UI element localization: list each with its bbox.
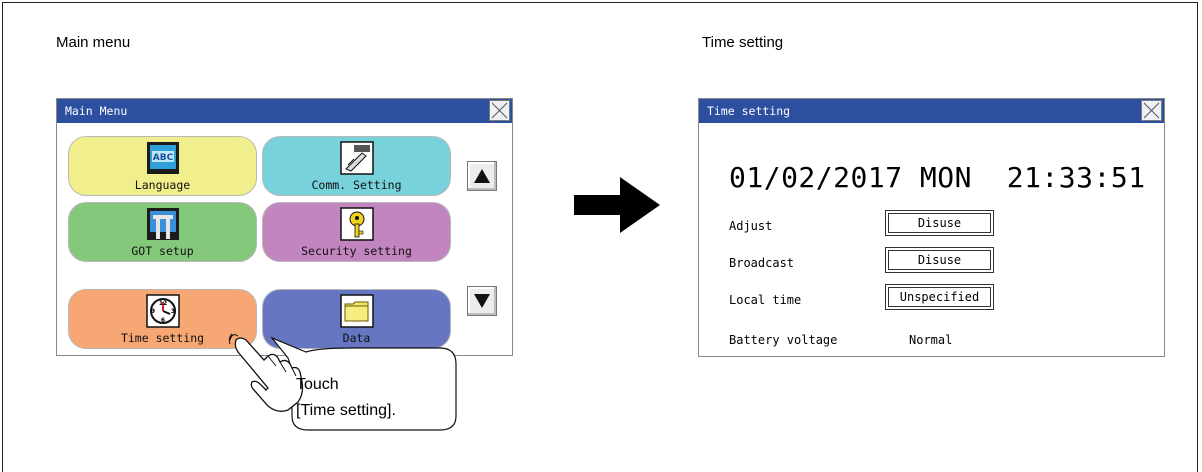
comm-connector-icon <box>339 141 374 175</box>
main-menu-window: Main Menu ABC Language Comm. Setting GOT… <box>56 98 513 356</box>
clock-icon: 12 3 6 9 <box>145 294 180 328</box>
menu-tile-security-setting[interactable]: Security setting <box>262 202 451 262</box>
scroll-up-button[interactable] <box>467 161 497 191</box>
svg-text:9: 9 <box>150 308 154 315</box>
callout-line-1: Touch <box>296 376 339 393</box>
svg-text:12: 12 <box>158 300 166 307</box>
menu-tile-label: Security setting <box>301 244 412 258</box>
battery-voltage-label: Battery voltage <box>729 333 838 347</box>
got-setup-tools-icon <box>146 207 180 241</box>
caption-main-menu: Main menu <box>56 34 131 51</box>
time-setting-close-button[interactable] <box>1141 100 1162 121</box>
local-time-button[interactable]: Unspecified <box>885 284 994 310</box>
adjust-button[interactable]: Disuse <box>885 210 994 236</box>
svg-text:3: 3 <box>170 308 174 315</box>
battery-voltage-value: Normal <box>909 333 953 347</box>
local-time-label: Local time <box>729 293 802 307</box>
caption-time-setting: Time setting <box>702 34 784 51</box>
main-menu-close-button[interactable] <box>489 100 510 121</box>
scroll-down-button[interactable] <box>467 286 497 316</box>
time-setting-title: Time setting <box>707 104 791 118</box>
menu-tile-label: Language <box>134 178 191 192</box>
right-arrow-icon <box>574 177 660 233</box>
time-setting-window: Time setting 01/02/2017 MON 21:33:51 Adj… <box>698 98 1165 357</box>
main-menu-titlebar: Main Menu <box>57 99 512 123</box>
svg-text:6: 6 <box>160 317 164 324</box>
menu-tile-got-setup[interactable]: GOT setup <box>68 202 257 262</box>
broadcast-label: Broadcast <box>729 256 795 270</box>
main-menu-title: Main Menu <box>65 104 128 118</box>
svg-text:ABC: ABC <box>152 153 173 163</box>
triangle-up-icon <box>474 169 490 183</box>
broadcast-button[interactable]: Disuse <box>885 247 994 273</box>
menu-tile-comm-setting[interactable]: Comm. Setting <box>262 136 451 196</box>
folder-icon <box>339 294 374 328</box>
callout-text: Touch [Time setting]. <box>296 372 396 424</box>
adjust-label: Adjust <box>729 219 773 233</box>
broadcast-value: Disuse <box>888 250 991 270</box>
close-icon <box>491 102 508 119</box>
close-icon <box>1143 102 1160 119</box>
local-time-value: Unspecified <box>888 287 991 307</box>
current-datetime: 01/02/2017 MON 21:33:51 <box>729 161 1146 194</box>
adjust-value: Disuse <box>888 213 991 233</box>
time-setting-titlebar: Time setting <box>699 99 1164 123</box>
menu-tile-language[interactable]: ABC Language <box>68 136 257 196</box>
triangle-down-icon <box>474 294 490 308</box>
callout-line-2: [Time setting]. <box>296 402 396 419</box>
language-abc-icon: ABC <box>146 141 180 175</box>
menu-tile-label: Comm. Setting <box>311 178 402 192</box>
menu-tile-label: GOT setup <box>131 244 194 258</box>
security-key-icon <box>339 207 374 241</box>
